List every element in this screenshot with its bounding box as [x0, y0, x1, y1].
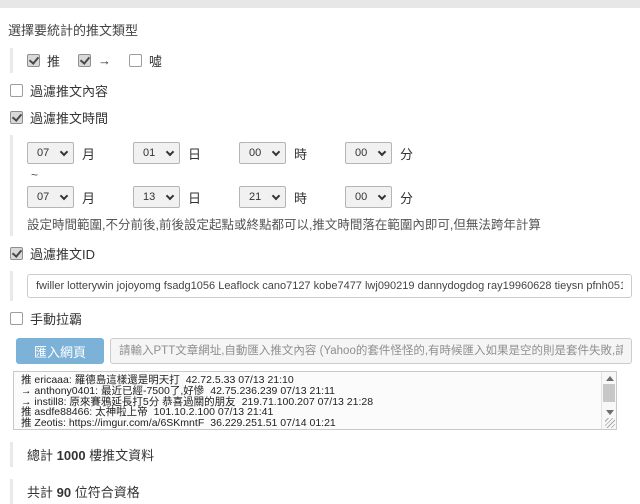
filter-time-label: 過濾推文時間	[30, 108, 108, 127]
push-type-boo[interactable]: 噓	[129, 51, 162, 70]
time-range-block: 07 月 01 日 00 時 00 分 ~ 07 月 13	[10, 135, 632, 236]
push-label: 推	[47, 51, 60, 70]
filter-id-row[interactable]: 過濾推文ID	[10, 244, 632, 263]
lottery-tool-page: 選擇要統計的推文類型 推 → 噓 過濾推文內容 過濾推文時間 07 月 01	[0, 8, 640, 504]
id-filter-input[interactable]	[27, 274, 632, 298]
from-minute-select[interactable]: 00	[345, 142, 392, 164]
filter-time-checkbox[interactable]	[10, 111, 23, 124]
manual-slot-row[interactable]: 手動拉霸	[10, 309, 632, 328]
filter-id-label: 過濾推文ID	[30, 244, 95, 263]
minute-unit-label: 分	[400, 144, 413, 163]
time-from-row: 07 月 01 日 00 時 00 分	[27, 142, 632, 164]
id-filter-block	[10, 271, 632, 301]
qualified-count-line: 共計 90 位符合資格	[10, 479, 632, 504]
total-count-value: 1000	[57, 448, 86, 463]
filter-id-checkbox[interactable]	[10, 247, 23, 260]
total-count-line: 總計 1000 樓推文資料	[10, 442, 632, 467]
page-title: 選擇要統計的推文類型	[8, 20, 632, 39]
to-minute-select[interactable]: 00	[345, 186, 392, 208]
hour-unit-label: 時	[294, 144, 307, 163]
qualified-count-value: 90	[57, 485, 71, 500]
filter-content-label: 過濾推文內容	[30, 81, 108, 100]
scroll-up-icon[interactable]	[606, 376, 614, 381]
arrow-checkbox[interactable]	[78, 54, 91, 67]
month-unit-label: 月	[82, 144, 95, 163]
boo-checkbox[interactable]	[129, 54, 142, 67]
push-line: → anthony0401: 最近已經-7500了,好慘42.75.236.23…	[21, 386, 596, 397]
push-type-arrow[interactable]: →	[78, 53, 111, 68]
range-separator: ~	[31, 168, 632, 182]
scroll-down-icon[interactable]	[606, 410, 614, 415]
article-url-input[interactable]	[110, 338, 632, 364]
push-line: 推 Zeotis: https://imgur.com/a/6SKmntF36.…	[21, 418, 596, 429]
push-lines: 推 ericaaa: 羅德島這樣還是明天打42.72.5.33 07/13 21…	[14, 372, 616, 431]
time-to-row: 07 月 13 日 21 時 00 分	[27, 186, 632, 208]
manual-slot-label: 手動拉霸	[30, 309, 82, 328]
filter-content-checkbox[interactable]	[10, 84, 23, 97]
minute-unit-label: 分	[400, 188, 413, 207]
hour-unit-label: 時	[294, 188, 307, 207]
boo-label: 噓	[149, 51, 162, 70]
from-day-select[interactable]: 01	[133, 142, 180, 164]
push-type-group: 推 → 噓	[10, 48, 632, 73]
to-day-select[interactable]: 13	[133, 186, 180, 208]
scrollbar-thumb[interactable]	[603, 384, 615, 402]
resize-grip-icon[interactable]	[605, 418, 615, 428]
day-unit-label: 日	[188, 144, 201, 163]
time-range-note: 設定時間範圍,不分前後,前後設定起點或終點都可以,推文時間落在範圍內即可,但無法…	[27, 214, 632, 233]
import-row: 匯入網頁	[16, 338, 632, 364]
manual-slot-checkbox[interactable]	[10, 312, 23, 325]
filter-time-row[interactable]: 過濾推文時間	[10, 108, 632, 127]
to-month-select[interactable]: 07	[27, 186, 74, 208]
push-type-push[interactable]: 推	[27, 51, 60, 70]
day-unit-label: 日	[188, 188, 201, 207]
import-webpage-button[interactable]: 匯入網頁	[16, 338, 104, 364]
from-month-select[interactable]: 07	[27, 142, 74, 164]
push-checkbox[interactable]	[27, 54, 40, 67]
month-unit-label: 月	[82, 188, 95, 207]
push-list-box[interactable]: 推 ericaaa: 羅德島這樣還是明天打42.72.5.33 07/13 21…	[13, 371, 617, 430]
from-hour-select[interactable]: 00	[239, 142, 286, 164]
to-hour-select[interactable]: 21	[239, 186, 286, 208]
arrow-label: →	[98, 53, 111, 68]
top-strip	[0, 0, 640, 8]
filter-content-row[interactable]: 過濾推文內容	[10, 81, 632, 100]
